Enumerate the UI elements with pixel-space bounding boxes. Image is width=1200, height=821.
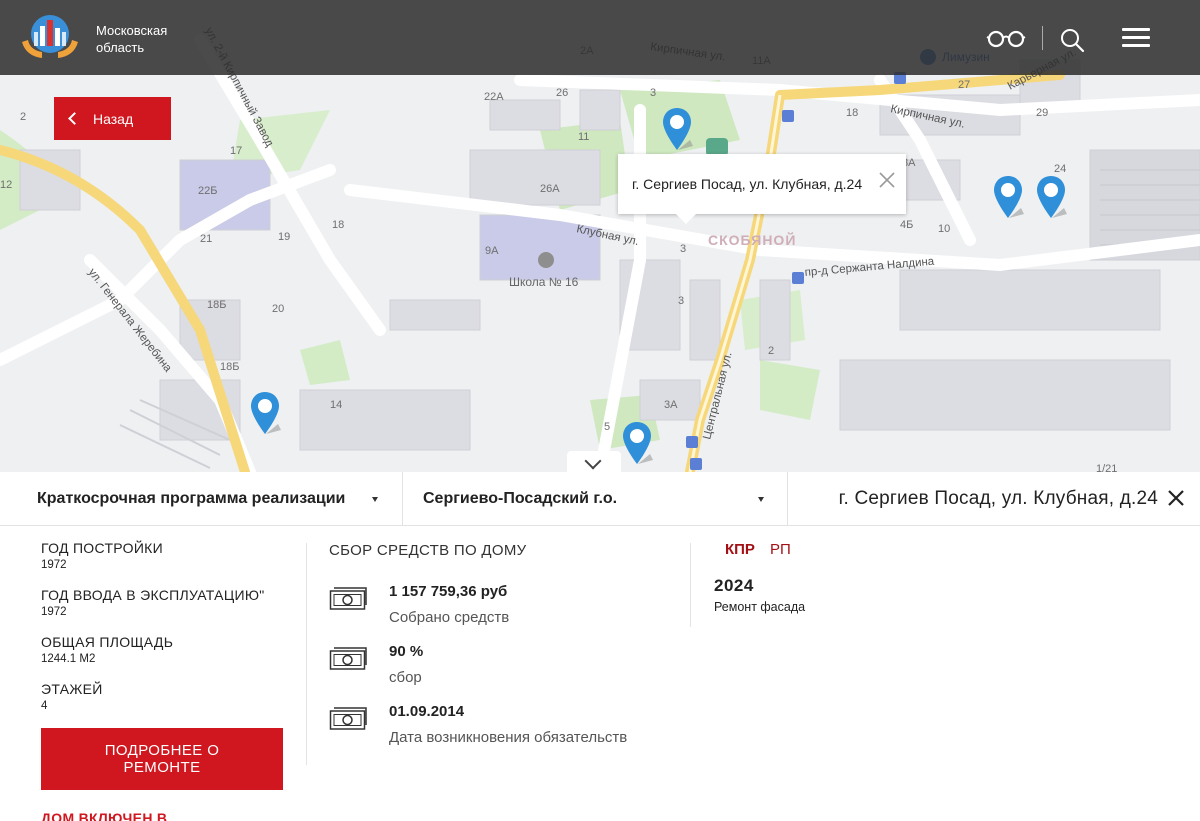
svg-text:10: 10 [938, 223, 950, 235]
svg-text:19: 19 [278, 231, 290, 243]
money-icon [329, 647, 367, 670]
filter-bar: Краткосрочная программа реализации Серги… [0, 472, 1200, 526]
attr-label: ЭТАЖЕЙ [41, 681, 103, 697]
svg-text:9А: 9А [485, 245, 499, 257]
included-in-program-text: ДОМ ВКЛЮЧЕН В [41, 810, 168, 821]
program-select[interactable]: Краткосрочная программа реализации [37, 472, 401, 525]
svg-text:5: 5 [604, 421, 610, 433]
map-pin-icon[interactable] [660, 106, 694, 154]
popup-address: г. Сергиев Посад, ул. Клубная, д.24 [632, 176, 863, 192]
attr-value: 1972 [41, 559, 67, 571]
chevron-left-icon [68, 112, 81, 125]
program-select-value: Краткосрочная программа реализации [37, 489, 346, 507]
fund-row-collected: 1 157 759,36 руб Собрано средств [329, 583, 689, 633]
attr-label: ОБЩАЯ ПЛОЩАДЬ [41, 634, 174, 650]
money-icon [329, 707, 367, 730]
svg-text:22А: 22А [484, 91, 504, 103]
attr-label: ГОД ПОСТРОЙКИ [41, 540, 163, 556]
svg-text:Школа № 16: Школа № 16 [509, 275, 579, 289]
svg-text:17: 17 [230, 145, 242, 157]
attr-build-year: ГОД ПОСТРОЙКИ 1972 [41, 540, 163, 571]
attr-floors: ЭТАЖЕЙ 4 [41, 681, 103, 712]
svg-text:21: 21 [200, 233, 212, 245]
attr-value: 1972 [41, 606, 67, 618]
address-field-value: г. Сергиев Посад, ул. Клубная, д.24 [838, 487, 1158, 509]
svg-text:18Б: 18Б [207, 299, 226, 311]
svg-text:2: 2 [768, 345, 774, 357]
svg-text:18Б: 18Б [220, 361, 239, 373]
svg-text:3: 3 [678, 295, 684, 307]
fund-label: Дата возникновения обязательств [389, 729, 628, 746]
svg-text:14: 14 [330, 399, 342, 411]
attr-label: ГОД ВВОДА В ЭКСПЛУАТАЦИЮ" [41, 587, 265, 603]
fund-label: Собрано средств [389, 609, 510, 626]
district-select-value: Сергиево-Посадский г.о. [423, 489, 618, 507]
address-popup: г. Сергиев Посад, ул. Клубная, д.24 [618, 154, 906, 224]
region-name: Московская область [96, 23, 168, 55]
attr-total-area: ОБЩАЯ ПЛОЩАДЬ 1244.1 М2 [41, 634, 173, 665]
svg-text:11: 11 [578, 131, 589, 143]
back-button[interactable]: Назад [54, 97, 171, 140]
map-pin-icon[interactable] [248, 390, 282, 438]
svg-text:СКОБЯНОЙ: СКОБЯНОЙ [708, 231, 796, 248]
logo-icon[interactable] [18, 12, 82, 62]
fund-row-percent: 90 % сбор [329, 643, 689, 693]
attr-value: 4 [41, 700, 48, 712]
svg-text:22Б: 22Б [198, 185, 217, 197]
svg-text:12: 12 [0, 179, 12, 191]
svg-text:26А: 26А [540, 183, 560, 195]
attr-commission-year: ГОД ВВОДА В ЭКСПЛУАТАЦИЮ" 1972 [41, 587, 265, 618]
svg-text:4Б: 4Б [900, 219, 913, 231]
tab-rp[interactable]: РП [770, 541, 791, 558]
svg-text:3А: 3А [664, 399, 678, 411]
address-field[interactable]: г. Сергиев Посад, ул. Клубная, д.24 [787, 472, 1200, 525]
svg-text:18: 18 [332, 219, 344, 231]
fund-value: 1 157 759,36 руб [389, 583, 508, 600]
district-select[interactable]: Сергиево-Посадский г.о. [402, 472, 786, 525]
money-icon [329, 587, 367, 610]
fund-value: 90 % [389, 643, 424, 660]
map-pin-icon[interactable] [991, 174, 1025, 222]
svg-text:18: 18 [846, 107, 858, 119]
close-icon[interactable] [878, 171, 896, 189]
column-divider [690, 543, 691, 627]
column-divider [306, 543, 307, 765]
map-pin-icon[interactable] [620, 420, 654, 468]
close-icon[interactable] [1166, 488, 1186, 508]
fund-value: 01.09.2014 [389, 703, 465, 720]
caret-down-icon [372, 497, 378, 502]
fund-row-date: 01.09.2014 Дата возникновения обязательс… [329, 703, 689, 753]
svg-text:3: 3 [680, 243, 686, 255]
fund-label: сбор [389, 669, 422, 686]
caret-down-icon [758, 497, 764, 502]
building-info-panel: ГОД ПОСТРОЙКИ 1972 ГОД ВВОДА В ЭКСПЛУАТА… [0, 527, 1200, 821]
svg-text:20: 20 [272, 303, 284, 315]
tab-kpr[interactable]: КПР [725, 541, 755, 558]
svg-text:1/21: 1/21 [1096, 463, 1117, 472]
glasses-icon[interactable] [986, 26, 1026, 52]
collapse-panel-button[interactable] [567, 451, 621, 473]
menu-icon[interactable] [1122, 28, 1150, 50]
funds-title: СБОР СРЕДСТВ ПО ДОМУ [329, 542, 527, 559]
repair-year: 2024 [714, 576, 754, 595]
chevron-down-icon [584, 452, 602, 470]
header-divider [1042, 26, 1043, 50]
attr-value: 1244.1 М2 [41, 653, 96, 665]
repair-details-button[interactable]: ПОДРОБНЕЕ О РЕМОНТЕ [41, 728, 283, 790]
back-button-label: Назад [93, 110, 134, 127]
top-header: Московская область [0, 0, 1200, 75]
repair-type: Ремонт фасада [714, 600, 806, 614]
search-icon[interactable] [1058, 26, 1086, 54]
svg-text:27: 27 [958, 79, 970, 91]
svg-text:2: 2 [20, 111, 26, 123]
svg-text:26: 26 [556, 87, 568, 99]
svg-text:3: 3 [650, 87, 656, 99]
map-pin-icon[interactable] [1034, 174, 1068, 222]
svg-text:29: 29 [1036, 107, 1048, 119]
